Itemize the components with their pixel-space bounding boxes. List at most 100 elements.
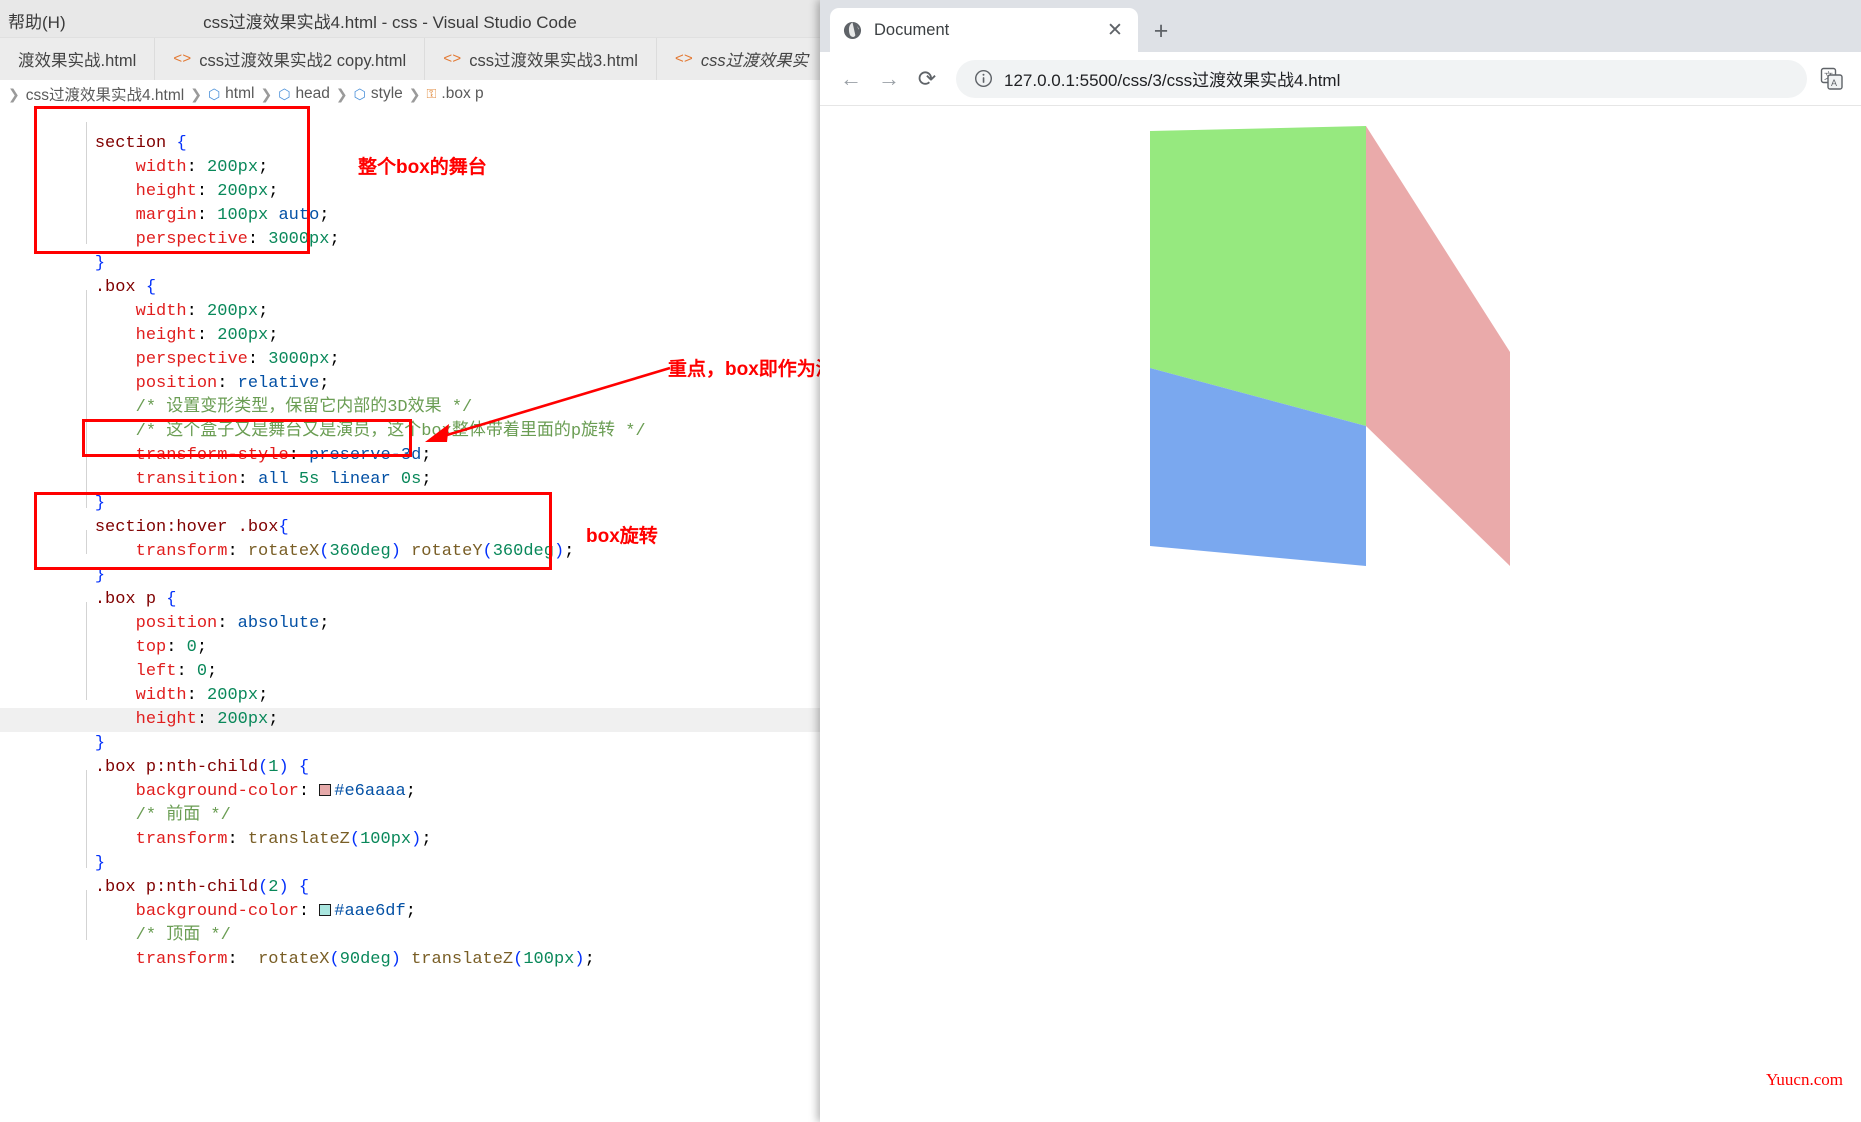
code-token: { — [298, 878, 310, 897]
code-token: : — [298, 902, 320, 921]
code-token: } — [94, 254, 106, 273]
code-token: transition — [135, 470, 238, 489]
code-token: ; — [268, 326, 279, 345]
code-token: ; — [329, 350, 340, 369]
cube-right-face — [1366, 126, 1510, 566]
breadcrumb-separator: ❯ — [260, 85, 273, 102]
code-token: /* 前面 */ — [54, 806, 231, 825]
annot-stage: 整个box的舞台 — [358, 157, 487, 178]
code-token: width — [135, 302, 187, 321]
code-token: top — [135, 638, 167, 657]
new-tab-button[interactable]: + — [1146, 16, 1176, 46]
code-token: ; — [405, 902, 416, 921]
browser-tab[interactable]: Document ✕ — [830, 8, 1138, 52]
breadcrumb-item[interactable]: ⬡ html — [208, 85, 255, 103]
code-token: transform — [135, 542, 228, 561]
cube-icon: ⬡ — [207, 85, 221, 102]
breadcrumb-item[interactable]: ⬡ head — [278, 85, 330, 103]
breadcrumb-item[interactable]: ⚿ .box p — [427, 85, 484, 103]
code-token: ( — [329, 950, 340, 969]
css-rule-icon: ⚿ — [426, 86, 437, 101]
code-token: perspective — [135, 230, 248, 249]
info-circle-icon[interactable] — [972, 68, 994, 90]
code-token: rotateX — [258, 950, 330, 969]
back-button[interactable]: ← — [832, 60, 870, 98]
code-token: linear — [329, 470, 391, 489]
translate-icon[interactable]: 文 A — [1815, 62, 1849, 96]
code-token: 360deg — [329, 542, 391, 561]
editor-tab[interactable]: <> css过渡效果实战2 copy.html — [155, 38, 426, 80]
code-token: } — [94, 494, 106, 513]
code-token: ( — [513, 950, 524, 969]
address-bar[interactable]: 127.0.0.1:5500/css/3/css过渡效果实战4.html — [956, 59, 1807, 98]
code-token: : — [227, 830, 248, 849]
code-token: 100px — [360, 830, 412, 849]
code-token: : — [186, 686, 208, 705]
editor-tab[interactable]: <> css过渡效果实战3.html — [425, 38, 657, 80]
forward-button[interactable]: → — [870, 60, 908, 98]
code-token: 200px — [207, 302, 259, 321]
breadcrumb-item[interactable]: ⬡ style — [354, 85, 403, 103]
editor-tab-label: 渡效果实战.html — [18, 52, 137, 70]
code-token: transform — [135, 950, 228, 969]
code-token: 1 — [268, 758, 279, 777]
code-token: : — [298, 782, 320, 801]
breadcrumb-separator: ❯ — [335, 85, 348, 102]
code-token: : — [227, 542, 248, 561]
code-token: { — [176, 134, 187, 153]
code-token: ) — [278, 878, 289, 897]
code-token: ; — [319, 206, 330, 225]
code-token: { — [166, 590, 177, 609]
code-token: ; — [329, 230, 340, 249]
code-token: } — [94, 734, 106, 753]
code-token: rotateX — [247, 542, 320, 561]
indent-guide — [86, 890, 87, 940]
code-token: : — [196, 326, 218, 345]
code-token: ) — [390, 542, 401, 561]
code-token: background-color — [135, 782, 299, 801]
code-token: } — [94, 854, 106, 873]
close-icon[interactable]: ✕ — [1104, 19, 1126, 41]
code-token: transform — [135, 830, 228, 849]
code-token: section — [94, 134, 167, 153]
reload-button[interactable]: ⟳ — [908, 60, 946, 98]
code-token: translateZ — [247, 830, 350, 849]
code-token: :nth-child — [156, 758, 259, 777]
breadcrumb-item[interactable]: css过渡效果实战4.html — [26, 83, 184, 105]
editor-tab-label: css过渡效果实 — [700, 52, 809, 70]
editor-tab[interactable]: 渡效果实战.html — [0, 38, 156, 80]
code-token: ) — [390, 950, 401, 969]
code-token: .box — [237, 518, 279, 537]
code-token: ( — [258, 758, 269, 777]
address-bar-url: 127.0.0.1:5500/css/3/css过渡效果实战4.html — [1004, 71, 1341, 90]
code-token: 90deg — [339, 950, 391, 969]
code-token: : — [288, 446, 310, 465]
code-token: section — [94, 518, 167, 537]
code-token: ; — [405, 782, 416, 801]
css-3d-cube — [1150, 126, 1510, 566]
browser-tab-strip: Document ✕ + — [820, 0, 1861, 52]
editor-tab[interactable]: <> css过渡效果实 — [656, 38, 828, 80]
breadcrumb-separator: ❯ — [8, 85, 20, 102]
code-token: 100px — [523, 950, 575, 969]
code-token: } — [94, 566, 106, 585]
